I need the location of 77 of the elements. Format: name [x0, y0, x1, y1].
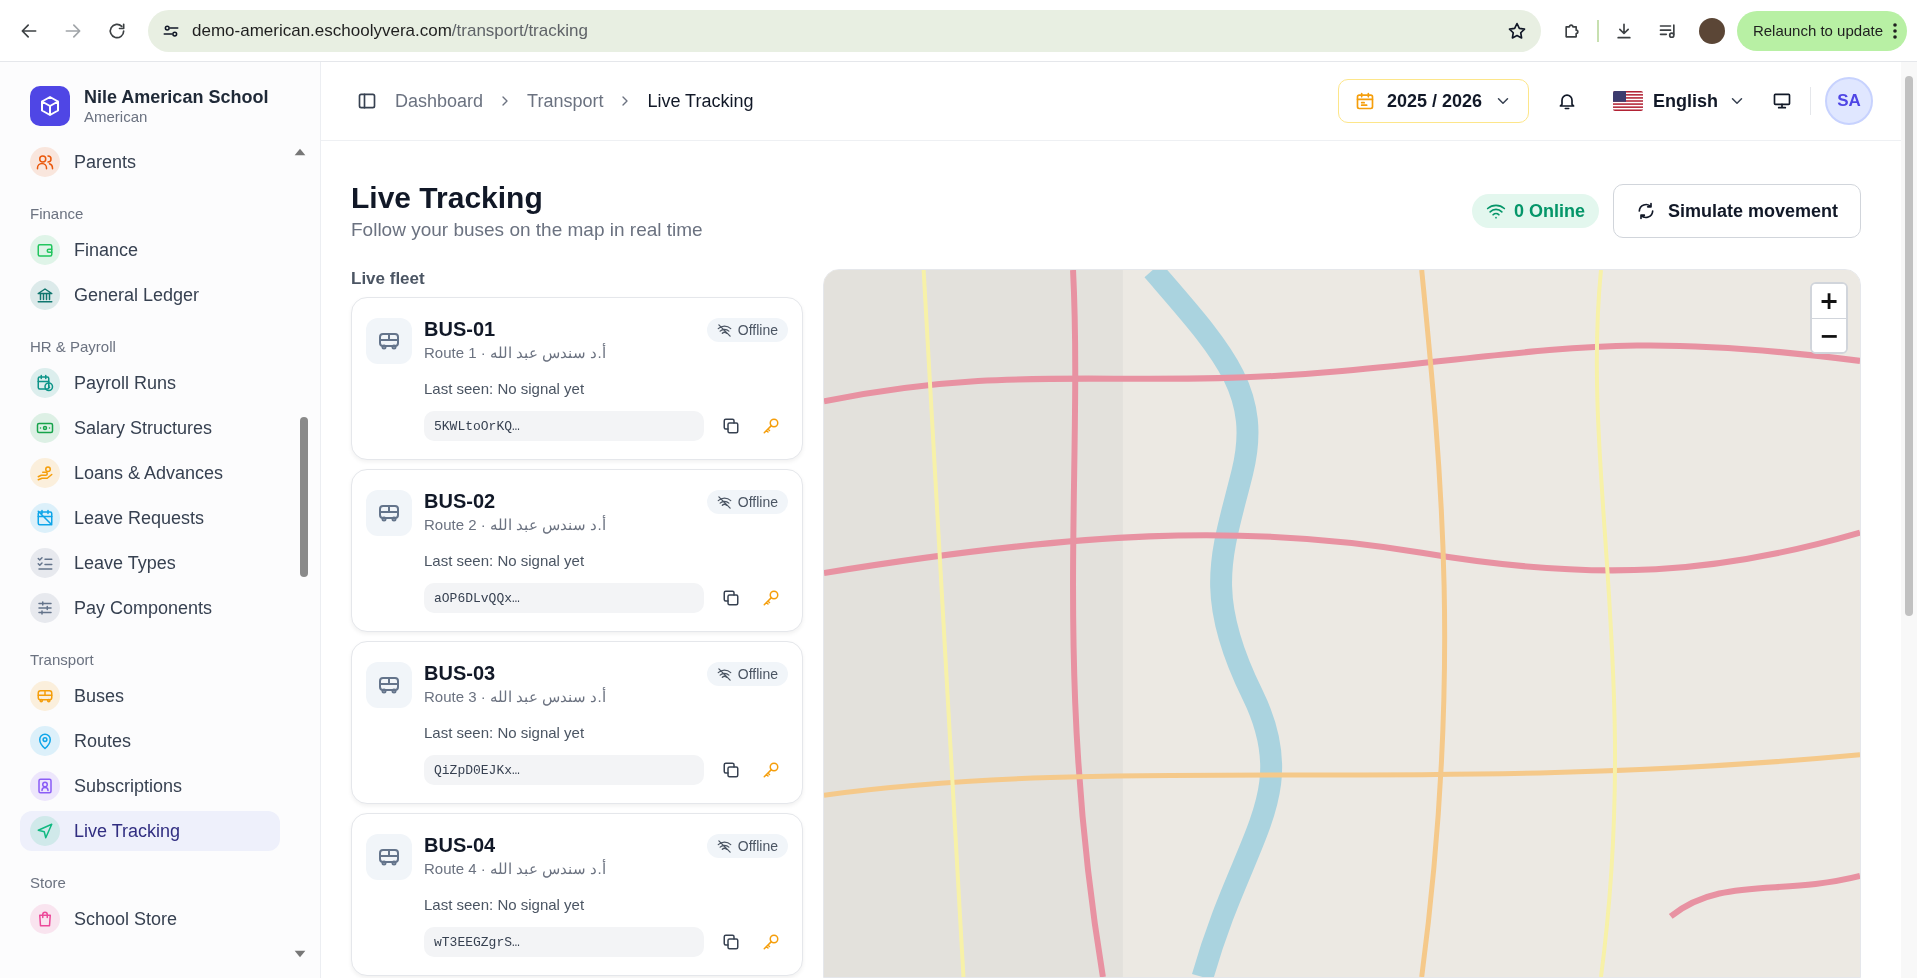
cube-icon: [38, 94, 62, 118]
breadcrumb-link[interactable]: Dashboard: [395, 90, 484, 112]
school-type: American: [84, 108, 149, 125]
page-title: Live Tracking: [351, 181, 544, 215]
last-seen-text: Last seen: No signal yet: [424, 552, 586, 569]
bus-name: BUS-02: [424, 490, 497, 513]
academic-year-selector[interactable]: 2025 / 2026: [1337, 79, 1529, 123]
bus-name: BUS-01: [424, 318, 497, 341]
token-field[interactable]: QiZpD0EJKx…: [424, 755, 704, 785]
last-seen-text: Last seen: No signal yet: [424, 724, 586, 741]
nav-section-title: Store: [29, 873, 67, 893]
nav-item[interactable]: Routes: [20, 721, 280, 761]
bus-name: BUS-04: [424, 834, 497, 857]
nav-item[interactable]: General Ledger: [20, 275, 280, 315]
language-selector[interactable]: English: [1605, 90, 1754, 112]
wifi-off-icon: [716, 322, 732, 338]
wifi-off-icon: [716, 494, 732, 510]
page-scrollbar[interactable]: [1901, 62, 1917, 978]
nav-section-title: Finance: [29, 204, 85, 224]
route-text: Route 2 · أ.د سندس عبد الله: [424, 516, 607, 534]
copy-icon: [722, 933, 740, 951]
nav-item[interactable]: Salary Structures: [20, 408, 280, 448]
monitor-icon: [1772, 91, 1792, 111]
nav-item[interactable]: Leave Types: [20, 543, 280, 583]
nav-item[interactable]: Subscriptions: [20, 766, 280, 806]
url-text: demo-american.eschoolyvera.com/transport/tracking: [192, 20, 589, 41]
nav-item[interactable]: Parents: [20, 142, 280, 182]
nav-item[interactable]: Payroll Runs: [20, 363, 280, 403]
last-seen-text: Last seen: No signal yet: [424, 896, 586, 913]
nav-item[interactable]: Live Tracking: [20, 811, 280, 851]
breadcrumb-link[interactable]: Transport: [527, 90, 604, 112]
fleet-heading: Live fleet: [351, 269, 426, 289]
zoom-out-button[interactable]: −: [1812, 318, 1846, 352]
wifi-off-icon: [716, 666, 732, 682]
user-avatar[interactable]: SA: [1825, 77, 1873, 125]
sidebar-icon: [357, 91, 377, 111]
nav-item[interactable]: Leave Requests: [20, 498, 280, 538]
key-icon: [762, 761, 780, 779]
status-badge: Offline: [706, 662, 788, 686]
route-text: Route 4 · أ.د سندس عبد الله: [424, 860, 607, 878]
status-badge: Offline: [706, 490, 788, 514]
simulate-movement-button[interactable]: Simulate movement: [1612, 184, 1861, 238]
wifi-off-icon: [716, 838, 732, 854]
profile-avatar: [1698, 17, 1725, 44]
last-seen-text: Last seen: No signal yet: [424, 380, 586, 397]
key-icon: [762, 933, 780, 951]
nav-item[interactable]: Buses: [20, 676, 280, 716]
nav-section-title: HR & Payroll: [29, 337, 117, 357]
route-text: Route 1 · أ.د سندس عبد الله: [424, 344, 607, 362]
token-field[interactable]: wT3EEGZgrS…: [424, 927, 704, 957]
status-badge: Offline: [706, 318, 788, 342]
route-text: Route 3 · أ.د سندس عبد الله: [424, 688, 607, 706]
flag-icon: [1613, 91, 1643, 111]
nav-item[interactable]: School Store: [20, 899, 280, 939]
bell-icon: [1557, 91, 1577, 111]
copy-icon: [722, 589, 740, 607]
calendar-icon: [1354, 91, 1375, 111]
copy-icon: [722, 761, 740, 779]
online-count-badge: 0 Online: [1471, 194, 1599, 228]
token-field[interactable]: aOP6DLvQQx…: [424, 583, 704, 613]
copy-icon: [722, 417, 740, 435]
relaunch-button[interactable]: Relaunch to update: [1736, 10, 1907, 51]
token-field[interactable]: 5KWLtoOrKQ…: [424, 411, 704, 441]
status-badge: Offline: [706, 834, 788, 858]
address-bar[interactable]: demo-american.eschoolyvera.com/transport/tracking: [148, 9, 1541, 52]
page-subtitle: Follow your buses on the map in real time: [351, 219, 704, 241]
key-icon: [762, 589, 780, 607]
bus-name: BUS-03: [424, 662, 497, 685]
key-icon: [762, 417, 780, 435]
school-name: Nile American School: [84, 87, 269, 108]
nav-section-title: Transport: [29, 650, 95, 670]
nav-item[interactable]: Loans & Advances: [20, 453, 280, 493]
sidebar-scrollbar[interactable]: [300, 417, 308, 577]
star-icon: [1506, 20, 1527, 41]
nav-item[interactable]: Finance: [20, 230, 280, 270]
kebab-icon: [1893, 22, 1897, 39]
nav-item[interactable]: Pay Components: [20, 588, 280, 628]
